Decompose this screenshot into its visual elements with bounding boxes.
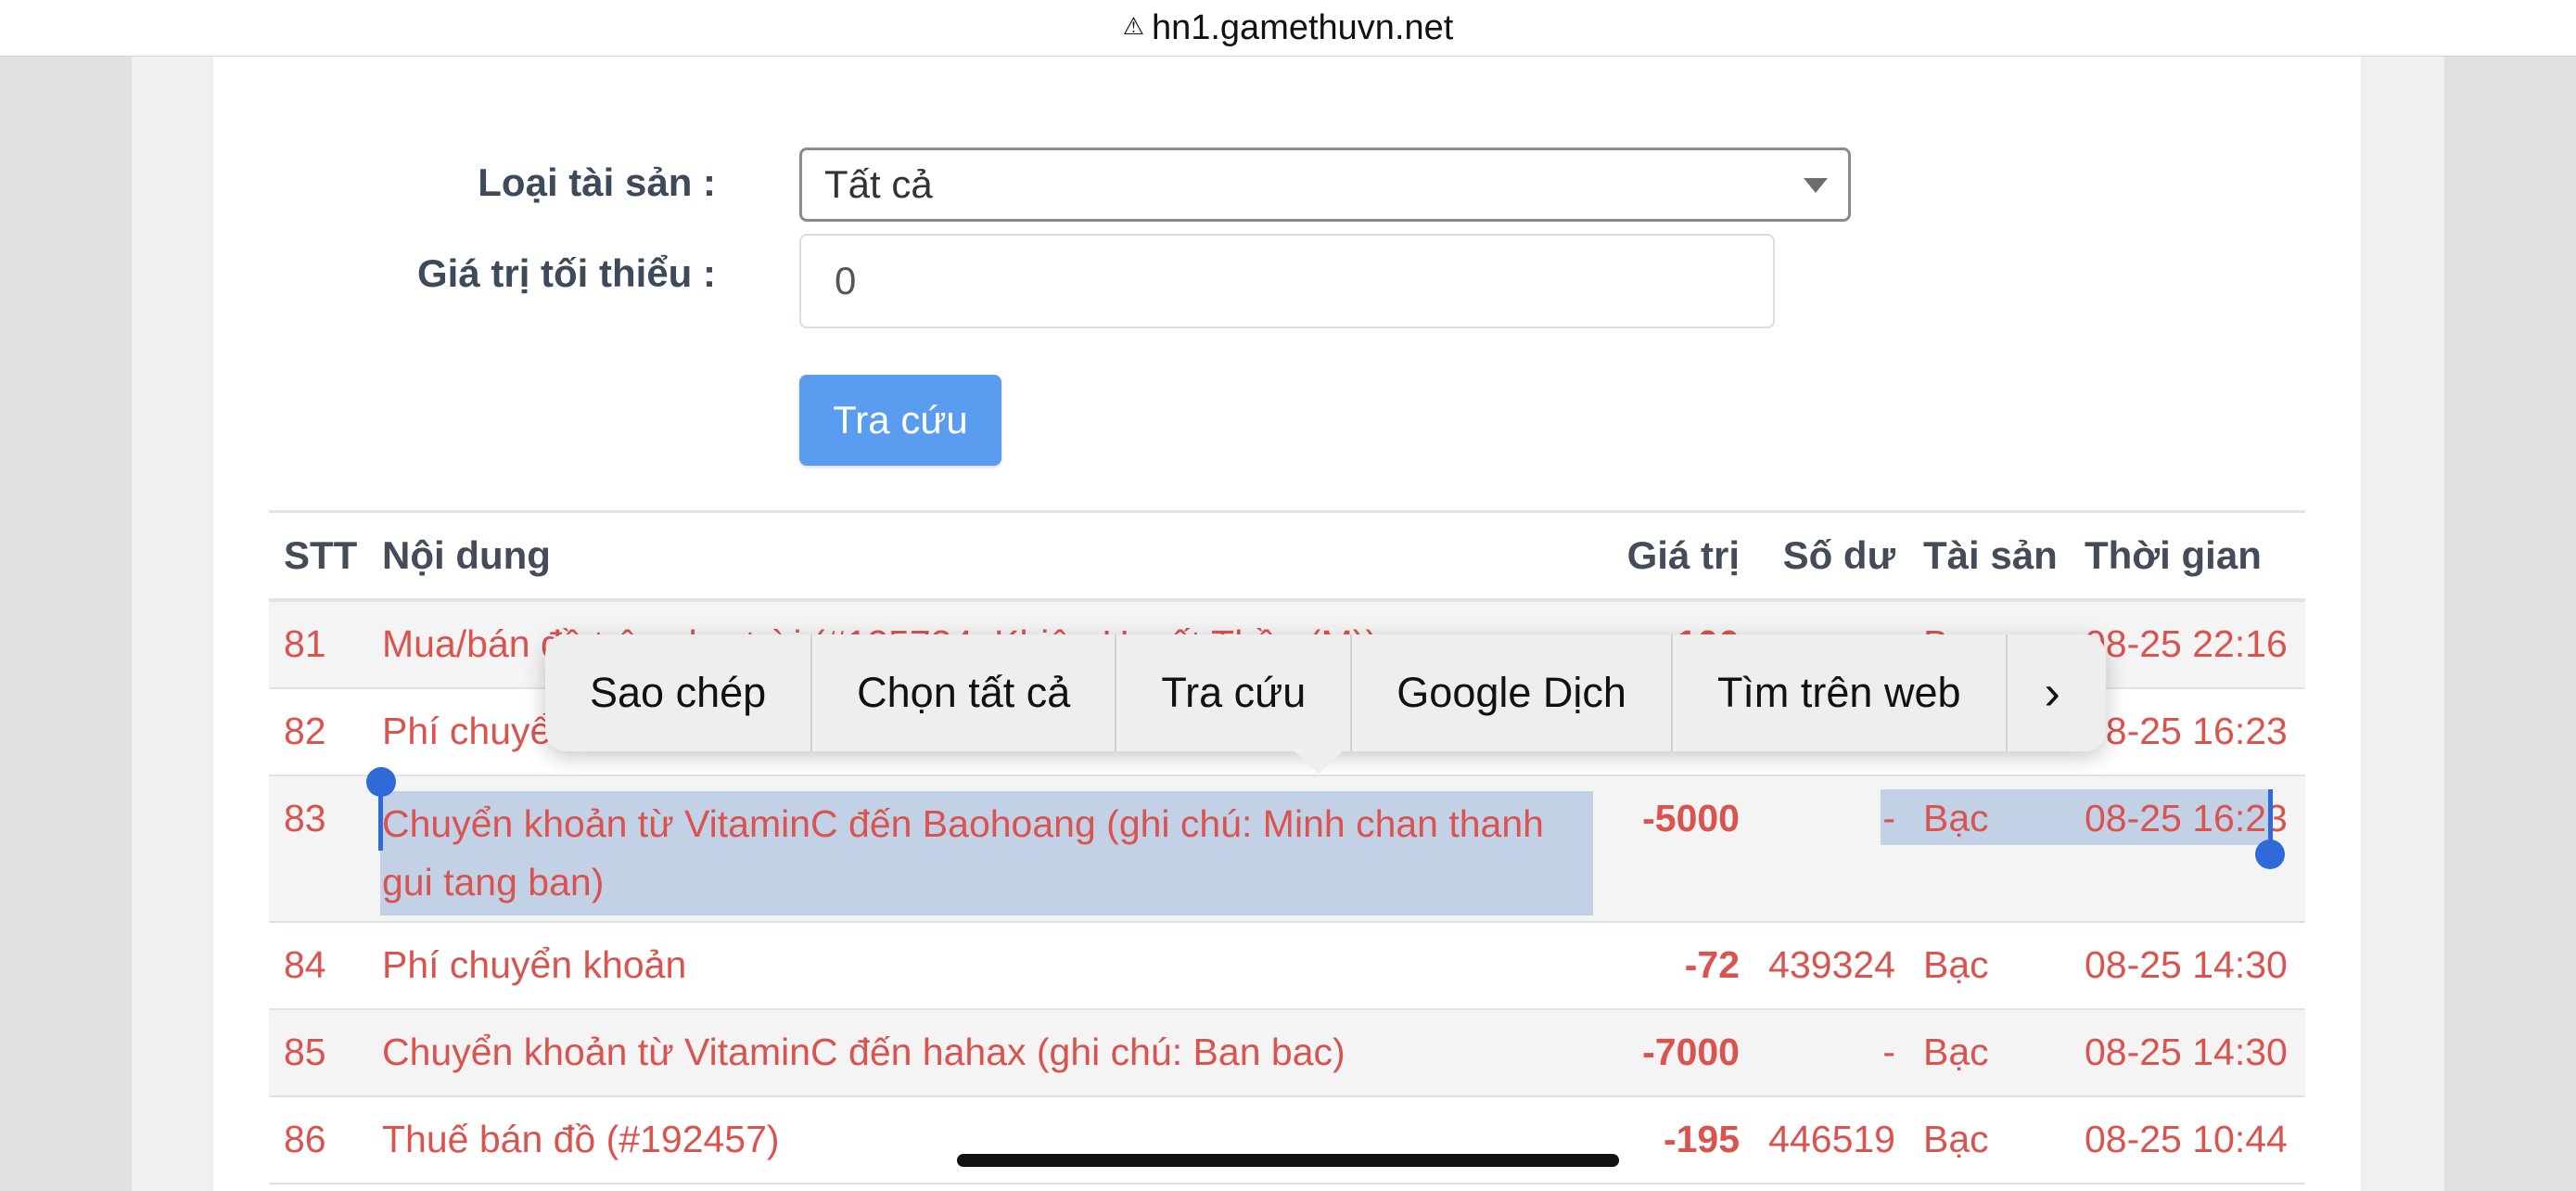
- header-stt: STT: [284, 533, 358, 577]
- selection-end-handle[interactable]: [2255, 839, 2285, 869]
- selection-end-handle-line[interactable]: [2268, 789, 2273, 847]
- menu-pointer: [1294, 751, 1343, 774]
- header-value: Giá trị: [1626, 533, 1740, 577]
- table-header: STT Nội dung Giá trị Số dư Tài sản Thời …: [269, 510, 2305, 602]
- cell-stt: 84: [284, 943, 326, 986]
- cell-value: -195: [1663, 1118, 1740, 1160]
- table-row-selected: 83 Chuyển khoản từ VitaminC đến Baohoang…: [269, 767, 2305, 923]
- cell-stt: 86: [284, 1118, 326, 1160]
- cell-balance: 446519: [1768, 1118, 1895, 1160]
- page-gutter-right: [2444, 57, 2576, 1191]
- page-gutter-left: [0, 57, 132, 1191]
- page-content: Loại tài sản : Tất cả Giá trị tối thiểu …: [213, 57, 2361, 1191]
- url-text: hn1.gamethuvn.net: [1151, 7, 1454, 47]
- search-button[interactable]: Tra cứu: [799, 375, 1001, 466]
- table-row: 85 Chuyển khoản từ VitaminC đến hahax (g…: [269, 1010, 2305, 1097]
- chevron-right-icon[interactable]: ›: [2008, 665, 2098, 721]
- cell-time: 08-25 16:23: [2085, 710, 2288, 752]
- cell-value: -7000: [1642, 1031, 1740, 1073]
- cell-time: 08-25 14:30: [2085, 1031, 2288, 1073]
- cell-content: Thuế bán đồ (#192457): [382, 1118, 780, 1160]
- url-bar[interactable]: ⚠ hn1.gamethuvn.net: [0, 0, 2576, 57]
- cell-time: 08-25 16:23: [2085, 797, 2288, 839]
- menu-google-translate[interactable]: Google Dịch: [1352, 634, 1673, 751]
- cell-stt: 82: [284, 710, 326, 752]
- cell-content-selected[interactable]: Chuyển khoản từ VitaminC đến Baohoang (g…: [380, 791, 1593, 916]
- transaction-table: STT Nội dung Giá trị Số dư Tài sản Thời …: [269, 510, 2305, 1185]
- warning-icon: ⚠: [1122, 11, 1144, 40]
- menu-search-web[interactable]: Tìm trên web: [1673, 634, 2008, 751]
- cell-value: -72: [1684, 943, 1740, 986]
- cell-stt: 83: [284, 797, 326, 839]
- cell-time: 08-25 22:16: [2085, 622, 2288, 665]
- header-balance: Số dư: [1782, 533, 1895, 577]
- header-asset: Tài sản: [1923, 533, 2058, 577]
- cell-content: Phí chuyển khoản: [382, 943, 687, 986]
- asset-type-select[interactable]: Tất cả: [799, 147, 1851, 222]
- menu-copy[interactable]: Sao chép: [545, 634, 813, 751]
- cell-content: Chuyển khoản từ VitaminC đến hahax (ghi …: [382, 1031, 1345, 1073]
- cell-time: 08-25 10:44: [2085, 1118, 2288, 1160]
- header-content: Nội dung: [382, 533, 551, 577]
- asset-type-label: Loại tài sản :: [478, 160, 716, 204]
- cell-time: 08-25 14:30: [2085, 943, 2288, 986]
- cell-stt: 81: [284, 622, 326, 665]
- cell-balance: -: [1882, 1031, 1895, 1073]
- cell-value: -5000: [1642, 797, 1740, 839]
- page-margin-right: [2361, 57, 2444, 1191]
- cell-asset: Bạc: [1923, 1118, 1989, 1160]
- min-value-text: 0: [835, 259, 857, 302]
- cell-asset: Bạc: [1923, 943, 1989, 986]
- table-row: 84 Phí chuyển khoản -72 439324 Bạc 08-25…: [269, 923, 2305, 1010]
- asset-type-selected: Tất cả: [824, 162, 933, 206]
- selection-start-handle[interactable]: [366, 767, 396, 797]
- min-value-input[interactable]: 0: [799, 234, 1775, 328]
- selection-start-handle-line[interactable]: [378, 791, 383, 851]
- menu-look-up[interactable]: Tra cứu: [1116, 634, 1353, 751]
- cell-asset: Bạc: [1923, 797, 1989, 839]
- text-selection-menu: Sao chép Chọn tất cả Tra cứu Google Dịch…: [545, 634, 2106, 774]
- chevron-down-icon: [1804, 178, 1828, 193]
- header-time: Thời gian: [2085, 533, 2262, 577]
- cell-balance: -: [1882, 797, 1895, 839]
- home-indicator[interactable]: [957, 1154, 1619, 1167]
- cell-stt: 85: [284, 1031, 326, 1073]
- min-value-label: Giá trị tối thiểu :: [417, 251, 716, 295]
- table-row: 86 Thuế bán đồ (#192457) -195 446519 Bạc…: [269, 1097, 2305, 1185]
- menu-select-all[interactable]: Chọn tất cả: [812, 634, 1117, 751]
- page-margin-left: [132, 57, 213, 1191]
- cell-balance: 439324: [1768, 943, 1895, 986]
- cell-asset: Bạc: [1923, 1031, 1989, 1073]
